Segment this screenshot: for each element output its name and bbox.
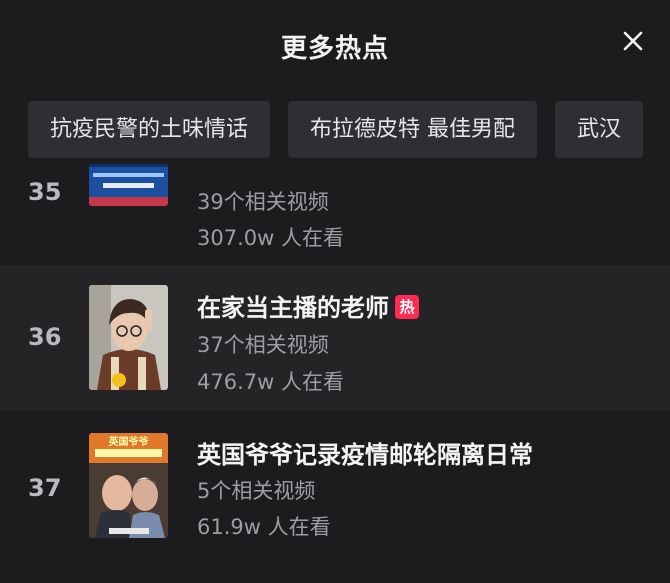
topic-chip[interactable]: 布拉德皮特 最佳男配	[288, 101, 538, 158]
thumbnail-caption: 英国爷爷	[108, 435, 150, 448]
viewer-count: 476.7w 人在看	[197, 370, 344, 394]
panel-header: 更多热点	[0, 0, 670, 95]
hot-badge: 热	[395, 295, 419, 319]
panel-title: 更多热点	[280, 34, 389, 64]
video-thumbnail: 英国爷爷	[89, 433, 168, 538]
rank-number: 35	[28, 178, 62, 206]
viewer-count: 61.9w 人在看	[197, 515, 331, 539]
topic-chip[interactable]: 武汉	[555, 101, 644, 158]
list-item[interactable]: 37 英国爷爷 英国爷爷记录疫情邮轮隔离日常 5个相关视频 61.9w 人在看	[0, 411, 670, 571]
hot-topic-list: 35 39个相关视频 307.0w 人在看 36 在家当主播的老师 热 37个相…	[0, 164, 670, 583]
viewer-count: 307.0w 人在看	[197, 226, 344, 250]
related-videos-count: 39个相关视频	[197, 190, 329, 214]
hot-topics-panel: 更多热点 抗疫民警的土味情话 布拉德皮特 最佳男配 武汉 35 39个相关视频 …	[0, 0, 670, 583]
topic-title: 英国爷爷记录疫情邮轮隔离日常	[197, 441, 533, 469]
video-thumbnail	[89, 285, 168, 390]
topic-chip-bar: 抗疫民警的土味情话 布拉德皮特 最佳男配 武汉	[28, 101, 670, 158]
close-button[interactable]	[618, 26, 648, 56]
rank-number: 37	[28, 474, 62, 502]
topic-title: 在家当主播的老师热	[197, 288, 419, 323]
related-videos-count: 5个相关视频	[197, 479, 316, 503]
list-item[interactable]: 35 39个相关视频 307.0w 人在看	[0, 164, 670, 265]
list-item[interactable]: 36 在家当主播的老师热 37个相关视频 476.7w 人在看	[0, 265, 670, 411]
close-icon	[623, 31, 643, 51]
topic-chip[interactable]: 抗疫民警的土味情话	[28, 101, 271, 158]
related-videos-count: 37个相关视频	[197, 333, 329, 357]
rank-number: 36	[28, 323, 62, 351]
topic-title-text: 在家当主播的老师	[197, 294, 389, 322]
video-thumbnail	[89, 164, 168, 206]
